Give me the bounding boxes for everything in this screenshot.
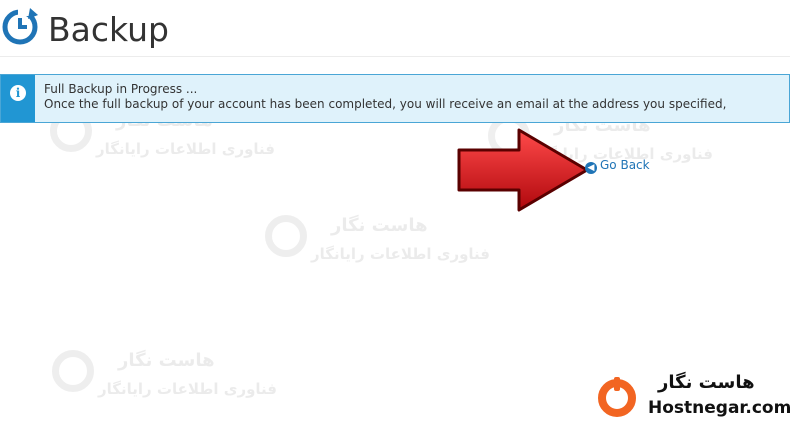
watermark-subtitle: فناوری اطلاعات رایانگار [311,245,491,263]
watermark-title: هاست نگار [118,350,215,371]
page-header: Backup [0,0,790,57]
backup-progress-alert: i Full Backup in Progress ... Once the f… [0,74,790,123]
watermark: هاست نگار فناوری اطلاعات رایانگار [52,350,312,405]
watermark-title: هاست نگار [331,215,428,236]
alert-message: Once the full backup of your account has… [44,97,727,111]
go-back-link[interactable]: ◀ Go Back [585,158,650,174]
brand-logo: هاست نگار Hostnegar.com [596,370,790,425]
red-arrow-icon [457,128,589,212]
alert-text: Full Backup in Progress ... Once the ful… [44,82,789,112]
watermark-logo-icon [265,215,307,257]
logo-persian-name: هاست نگار [658,372,755,393]
info-icon: i [10,85,26,101]
watermark: هاست نگار فناوری اطلاعات رایانگار [265,215,525,270]
alert-title: Full Backup in Progress ... [44,82,198,96]
backup-icon [2,8,38,45]
watermark-subtitle: فناوری اطلاعات رایانگار [96,140,276,158]
watermark-subtitle: فناوری اطلاعات رایانگار [98,380,278,398]
hostnegar-logo-icon [598,377,636,417]
go-back-label: Go Back [600,158,650,172]
page-title: Backup [48,10,169,49]
alert-icon-cell: i [1,75,35,122]
watermark-logo-icon [52,350,94,392]
logo-domain: Hostnegar.com [648,398,790,418]
arrow-left-circle-icon: ◀ [585,162,597,174]
